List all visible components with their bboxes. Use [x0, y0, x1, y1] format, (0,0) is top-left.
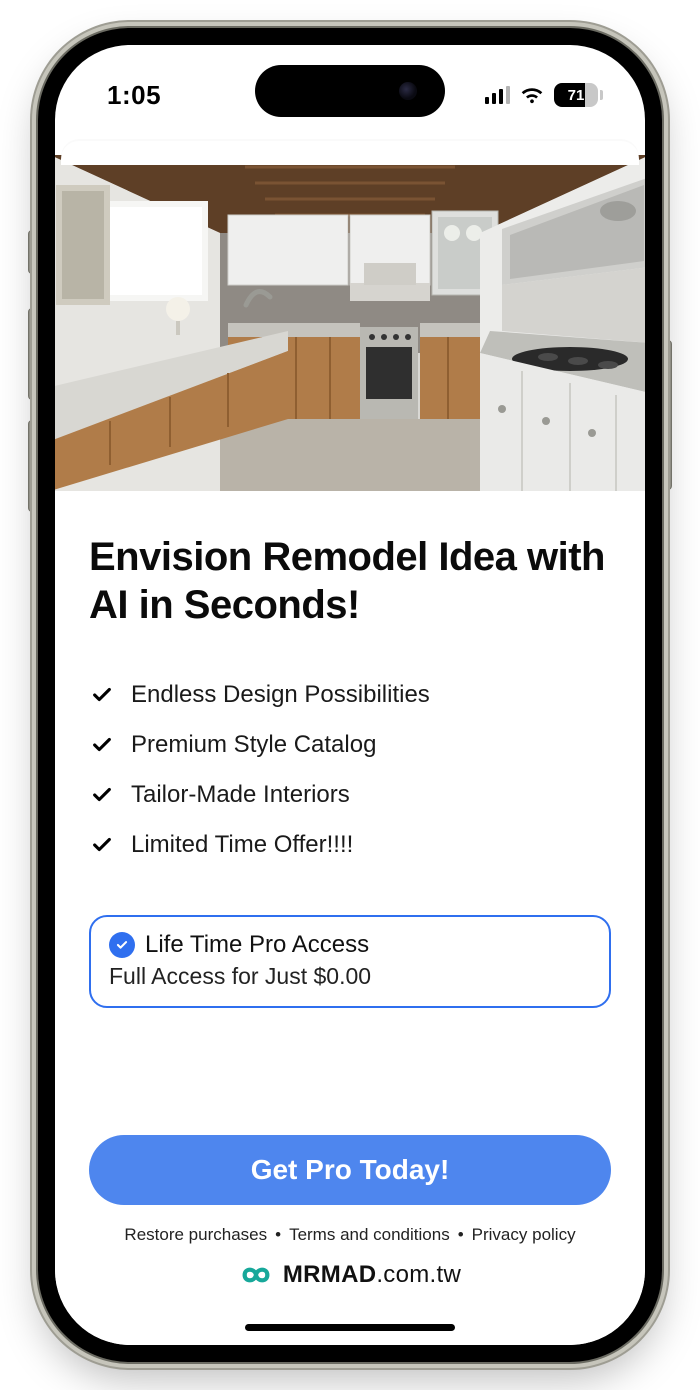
hero-image [55, 155, 645, 491]
paywall-content: Envision Remodel Idea with AI in Seconds… [55, 491, 645, 1345]
watermark-text: MRMAD.com.tw [283, 1261, 461, 1289]
battery-level: 71 [568, 87, 585, 104]
plan-name: Life Time Pro Access [145, 931, 369, 959]
sheet-top-edge [61, 141, 639, 165]
phone-silent-switch [28, 230, 36, 274]
feature-label: Endless Design Possibilities [131, 681, 430, 709]
check-icon [91, 684, 113, 706]
phone-frame: 1:05 71 [38, 28, 662, 1362]
restore-purchases-link[interactable]: Restore purchases [124, 1225, 267, 1245]
plan-description: Full Access for Just $0.00 [109, 963, 591, 990]
phone-volume-up [28, 308, 36, 400]
feature-label: Limited Time Offer!!!! [131, 831, 353, 859]
separator-dot: • [275, 1225, 281, 1245]
screen: 1:05 71 [55, 45, 645, 1345]
home-indicator[interactable] [245, 1324, 455, 1331]
feature-list: Endless Design Possibilities Premium Sty… [89, 681, 611, 859]
status-time: 1:05 [107, 80, 161, 111]
dynamic-island [255, 65, 445, 117]
check-icon [91, 734, 113, 756]
legal-links: Restore purchases • Terms and conditions… [55, 1225, 645, 1245]
feature-item: Tailor-Made Interiors [91, 781, 611, 809]
separator-dot: • [458, 1225, 464, 1245]
feature-label: Premium Style Catalog [131, 731, 376, 759]
feature-item: Endless Design Possibilities [91, 681, 611, 709]
battery-indicator: 71 [554, 83, 603, 107]
feature-item: Premium Style Catalog [91, 731, 611, 759]
check-icon [91, 834, 113, 856]
check-icon [91, 784, 113, 806]
cellular-signal-icon [485, 86, 511, 104]
cta-label: Get Pro Today! [251, 1154, 450, 1186]
feature-item: Limited Time Offer!!!! [91, 831, 611, 859]
infinity-logo-icon [239, 1263, 273, 1287]
wifi-icon [520, 86, 544, 104]
privacy-link[interactable]: Privacy policy [472, 1225, 576, 1245]
cta-get-pro-button[interactable]: Get Pro Today! [89, 1135, 611, 1205]
terms-link[interactable]: Terms and conditions [289, 1225, 450, 1245]
feature-label: Tailor-Made Interiors [131, 781, 350, 809]
plan-option-lifetime[interactable]: Life Time Pro Access Full Access for Jus… [89, 915, 611, 1008]
phone-volume-down [28, 420, 36, 512]
radio-selected-icon [109, 932, 135, 958]
watermark: MRMAD.com.tw [55, 1261, 645, 1289]
phone-power-button [664, 340, 672, 490]
headline: Envision Remodel Idea with AI in Seconds… [89, 533, 611, 629]
